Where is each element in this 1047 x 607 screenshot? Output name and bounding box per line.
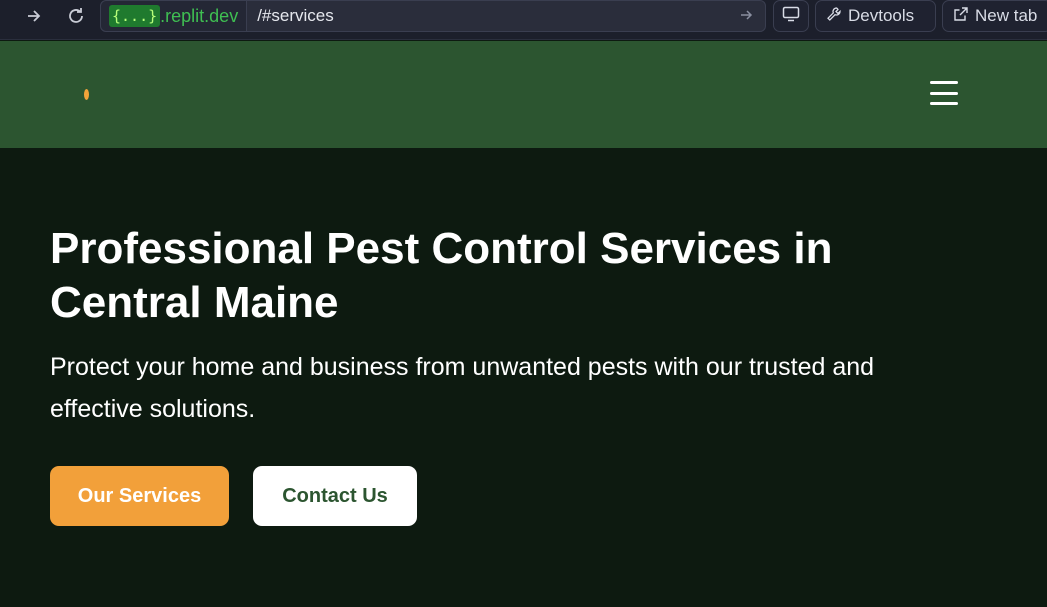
site-header xyxy=(0,41,1047,148)
reload-icon[interactable] xyxy=(64,4,88,28)
monitor-icon xyxy=(782,6,800,27)
hamburger-line xyxy=(930,81,958,84)
address-bar[interactable]: {...} .replit.dev /#services xyxy=(100,0,766,32)
screen-toggle-button[interactable] xyxy=(773,0,809,32)
hamburger-menu-icon[interactable] xyxy=(930,81,958,105)
hero-subtitle: Protect your home and business from unwa… xyxy=(50,353,875,423)
hero-section: Professional Pest Control Services in Ce… xyxy=(0,148,1047,607)
contact-us-button[interactable]: Contact Us xyxy=(253,466,417,526)
url-domain-section: {...} .replit.dev xyxy=(101,1,248,31)
our-services-button[interactable]: Our Services xyxy=(50,466,229,526)
logo[interactable] xyxy=(84,89,89,100)
external-link-icon xyxy=(953,6,969,27)
url-path[interactable]: /#services xyxy=(257,6,334,26)
devtools-label: Devtools xyxy=(848,6,915,25)
hamburger-line xyxy=(930,102,958,105)
new-tab-button[interactable]: New tab xyxy=(942,0,1047,32)
wrench-icon xyxy=(826,6,842,27)
go-arrow-icon[interactable] xyxy=(739,7,755,28)
url-braces-badge: {...} xyxy=(109,5,161,27)
url-domain: .replit.dev xyxy=(160,6,239,26)
hamburger-line xyxy=(930,91,958,95)
forward-arrow-icon[interactable] xyxy=(22,4,46,28)
browser-toolbar: {...} .replit.dev /#services Devtools Ne… xyxy=(0,0,1047,40)
devtools-button[interactable]: Devtools xyxy=(815,0,936,32)
new-tab-label: New tab xyxy=(975,6,1038,25)
hero-title: Professional Pest Control Services in Ce… xyxy=(50,224,833,327)
